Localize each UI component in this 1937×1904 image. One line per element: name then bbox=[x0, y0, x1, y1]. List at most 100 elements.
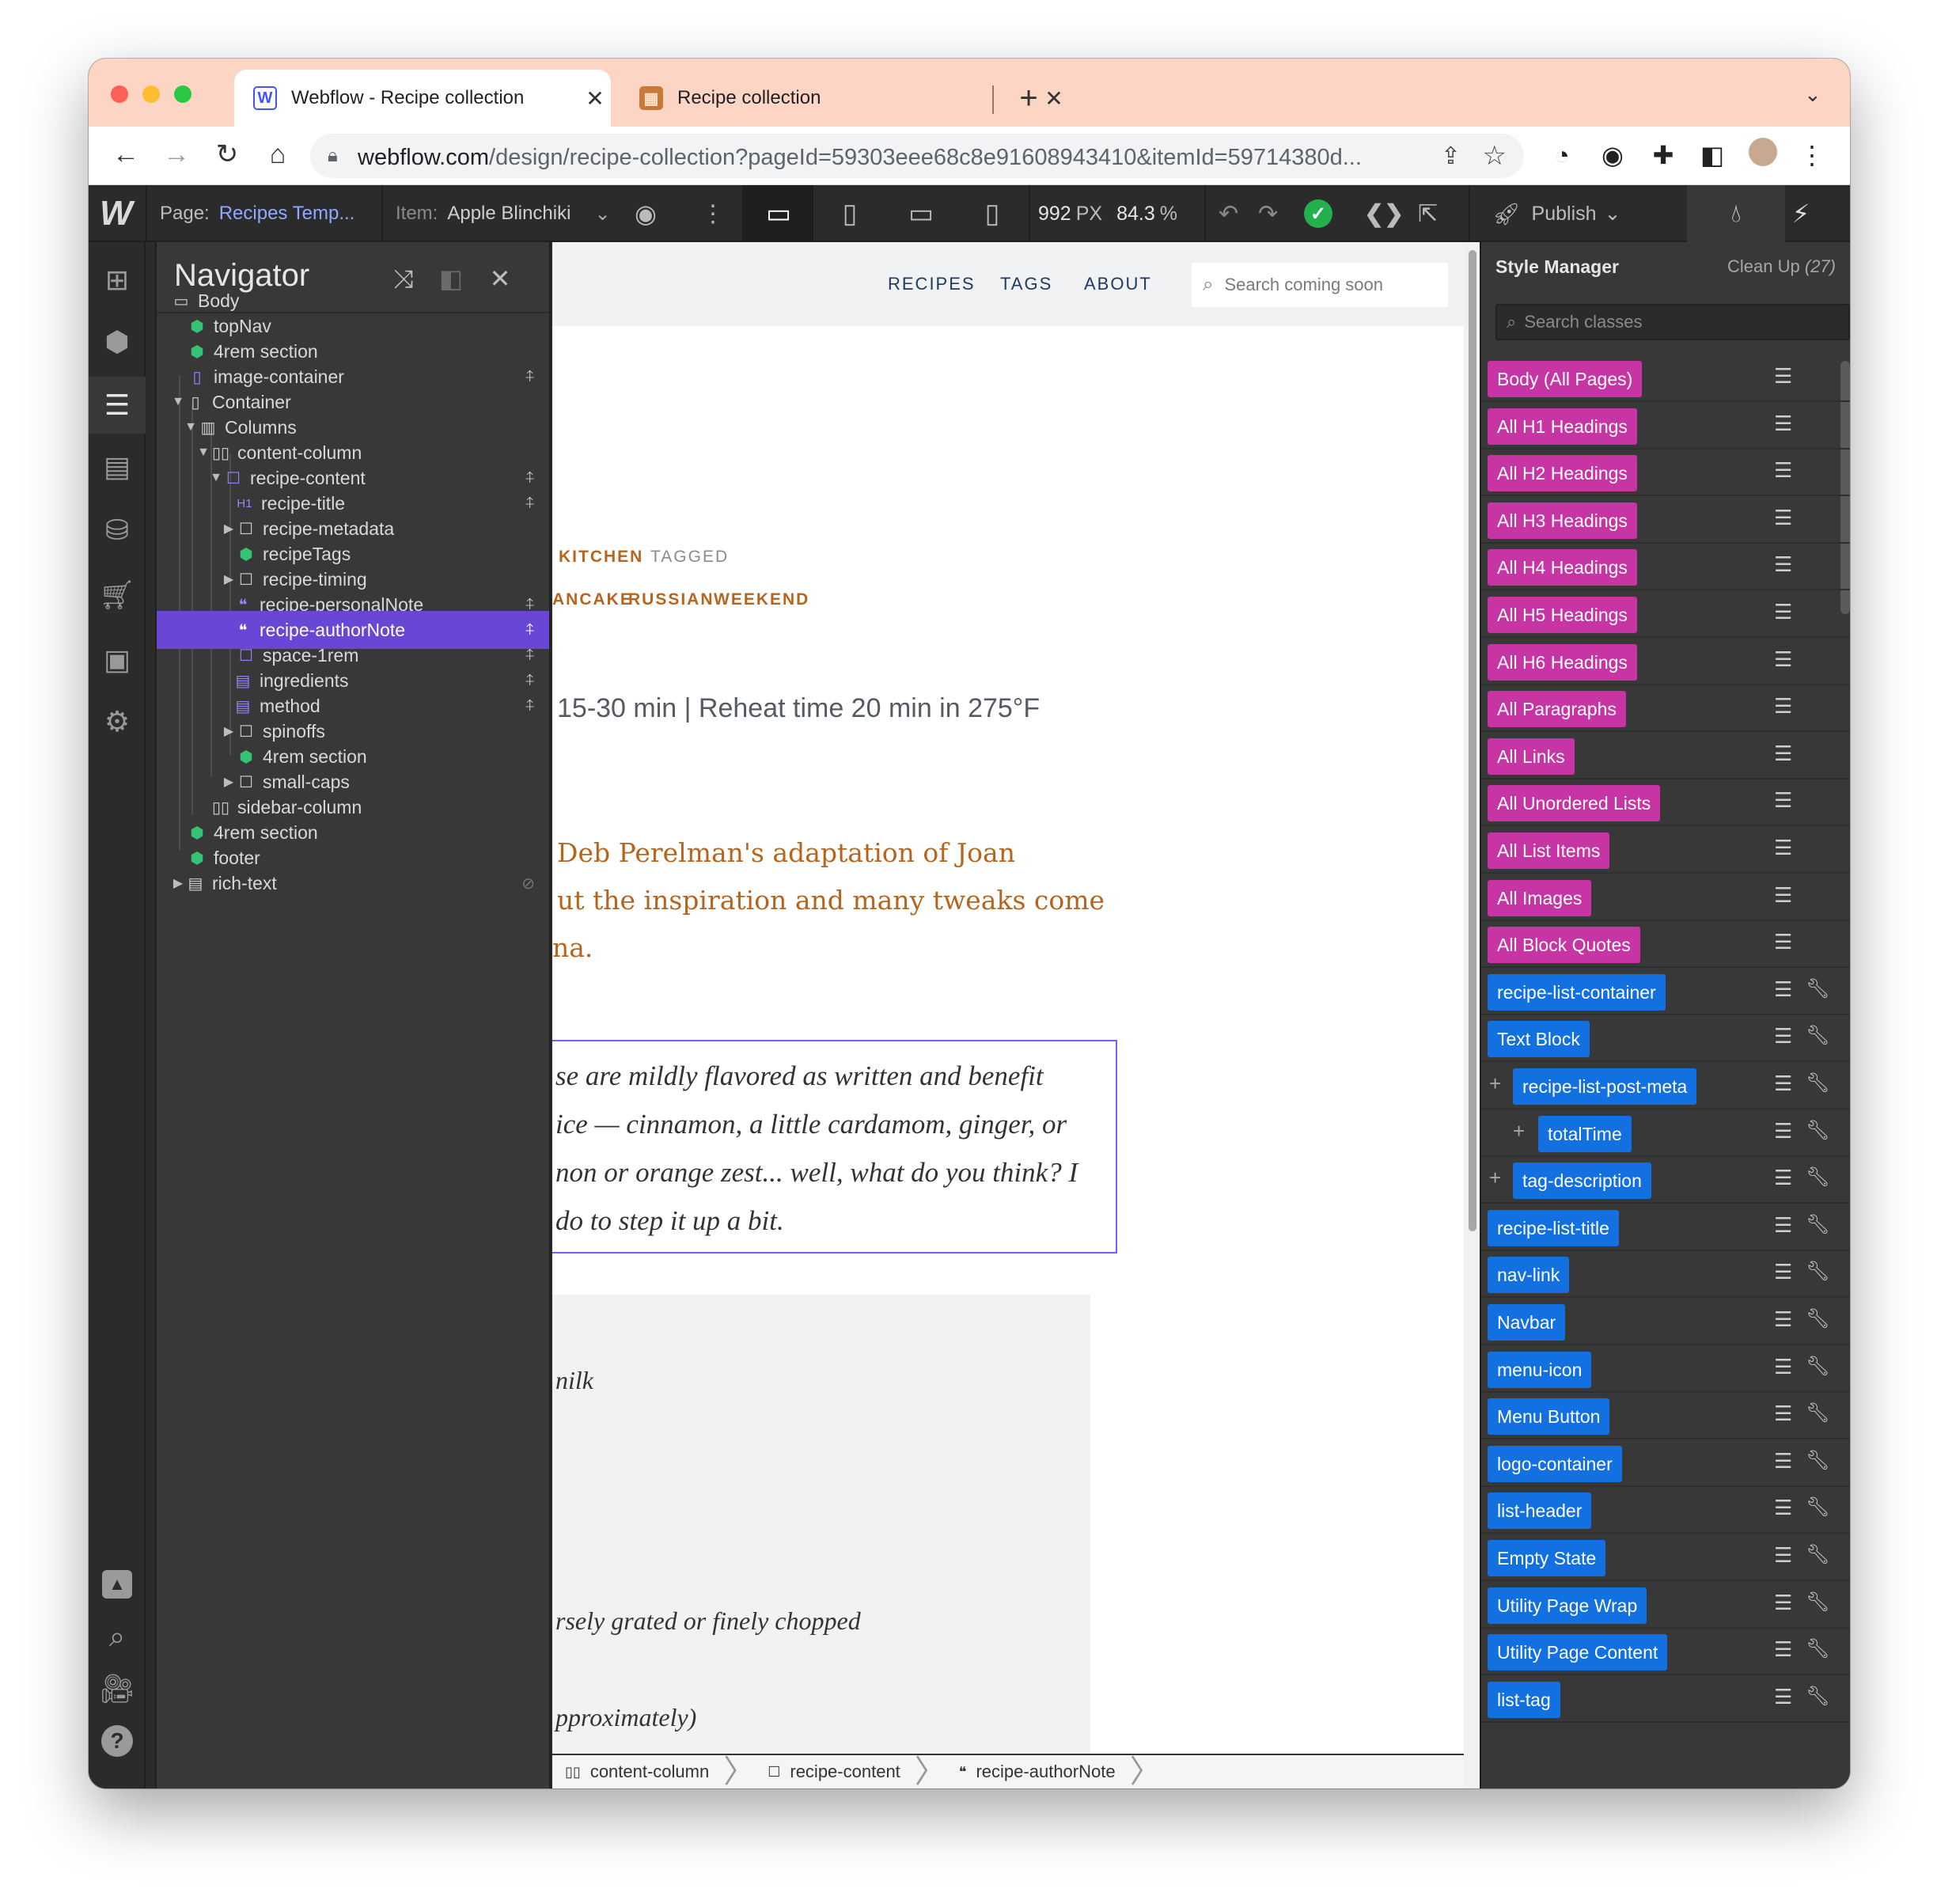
class-pill[interactable]: Navbar bbox=[1488, 1304, 1566, 1341]
tab-search-chevron-icon[interactable]: ⌄ bbox=[1804, 82, 1821, 107]
class-pill[interactable]: totalTime bbox=[1538, 1115, 1632, 1152]
nav-link-tags[interactable]: TAGS bbox=[1000, 274, 1052, 294]
class-usage-list-icon[interactable]: ☰ bbox=[1774, 1260, 1792, 1284]
edit-wrench-icon[interactable]: 🔧︎ bbox=[1806, 1685, 1829, 1708]
class-pill[interactable]: All Images bbox=[1488, 879, 1592, 916]
class-usage-list-icon[interactable]: ☰ bbox=[1774, 1543, 1792, 1568]
caret-right-icon[interactable]: ▶ bbox=[222, 774, 236, 790]
search-icon[interactable]: ⌕ bbox=[89, 1608, 146, 1665]
redo-icon[interactable]: ↷ bbox=[1258, 185, 1278, 242]
edit-wrench-icon[interactable]: 🔧︎ bbox=[1806, 977, 1829, 1000]
hidden-eye-icon[interactable]: ⊘ bbox=[521, 874, 535, 893]
class-usage-list-icon[interactable]: ☰ bbox=[1774, 1213, 1792, 1238]
forward-icon[interactable]: → bbox=[157, 135, 196, 174]
sidebar-toggle-icon[interactable]: ◧ bbox=[1695, 138, 1730, 173]
class-usage-list-icon[interactable]: ☰ bbox=[1774, 930, 1792, 954]
nav-link-about[interactable]: ABOUT bbox=[1084, 274, 1152, 294]
breadcrumb-recipe-authornote[interactable]: ❝ recipe-authorNote bbox=[946, 1754, 1130, 1788]
class-pill[interactable]: All Block Quotes bbox=[1488, 927, 1640, 964]
caret-down-icon[interactable]: ▼ bbox=[196, 446, 210, 460]
class-usage-list-icon[interactable]: ☰ bbox=[1774, 1119, 1792, 1144]
portrait-breakpoint-icon[interactable]: ▯ bbox=[957, 185, 1027, 242]
class-pill[interactable]: Utility Page Content bbox=[1488, 1634, 1668, 1671]
class-pill[interactable]: Text Block bbox=[1488, 1021, 1590, 1058]
class-usage-list-icon[interactable]: ☰ bbox=[1774, 1496, 1792, 1520]
class-usage-list-icon[interactable]: ☰ bbox=[1774, 412, 1792, 436]
class-pill[interactable]: logo-container bbox=[1488, 1445, 1622, 1482]
close-tab-icon[interactable]: ✕ bbox=[579, 85, 611, 112]
class-pill[interactable]: recipe-list-title bbox=[1488, 1209, 1619, 1246]
navigator-icon[interactable]: ☰ bbox=[89, 377, 146, 434]
edit-wrench-icon[interactable]: 🔧︎ bbox=[1806, 1591, 1829, 1614]
maximize-window-button[interactable] bbox=[174, 85, 191, 103]
class-usage-list-icon[interactable]: ☰ bbox=[1774, 506, 1792, 530]
landscape-breakpoint-icon[interactable]: ▭ bbox=[886, 185, 956, 242]
browser-menu-icon[interactable]: ⋮ bbox=[1795, 138, 1829, 173]
class-pill[interactable]: All Unordered Lists bbox=[1488, 785, 1661, 822]
class-usage-list-icon[interactable]: ☰ bbox=[1774, 364, 1792, 389]
class-usage-list-icon[interactable]: ☰ bbox=[1774, 1591, 1792, 1615]
class-pill[interactable]: Menu Button bbox=[1488, 1398, 1610, 1436]
class-pill[interactable]: tag-description bbox=[1513, 1163, 1651, 1200]
search-classes-input[interactable]: ⌕ Search classes bbox=[1495, 304, 1850, 340]
class-pill[interactable]: list-header bbox=[1488, 1492, 1592, 1530]
item-selector[interactable]: Item: Apple Blinchiki ⌄ bbox=[396, 185, 611, 242]
new-tab-icon[interactable]: + bbox=[1006, 76, 1051, 120]
profile-avatar[interactable] bbox=[1746, 138, 1780, 173]
minimize-window-button[interactable] bbox=[142, 85, 160, 103]
class-usage-list-icon[interactable]: ☰ bbox=[1774, 647, 1792, 672]
class-pill[interactable]: list-tag bbox=[1488, 1681, 1560, 1718]
assets-images-icon[interactable]: ▣ bbox=[89, 632, 146, 688]
class-usage-list-icon[interactable]: ☰ bbox=[1774, 788, 1792, 813]
symbols-cube-icon[interactable]: ⬢ bbox=[89, 313, 146, 370]
caret-down-icon[interactable]: ▼ bbox=[171, 395, 185, 409]
settings-gear-icon[interactable]: ⚙ bbox=[89, 693, 146, 750]
expand-plus-icon[interactable]: + bbox=[1513, 1119, 1525, 1144]
class-usage-list-icon[interactable]: ☰ bbox=[1774, 552, 1792, 577]
breadcrumb-recipe-content[interactable]: ☐ recipe-content bbox=[755, 1754, 915, 1788]
tab-recipe-collection[interactable]: ▦ Recipe collection ✕ bbox=[620, 70, 1070, 127]
audit-warning-icon[interactable]: ▲ bbox=[89, 1556, 146, 1613]
class-pill[interactable]: All H6 Headings bbox=[1488, 643, 1637, 681]
site-search-input[interactable]: ⌕ Search coming soon bbox=[1192, 263, 1448, 307]
edit-wrench-icon[interactable]: 🔧︎ bbox=[1806, 1401, 1829, 1424]
class-usage-list-icon[interactable]: ☰ bbox=[1774, 458, 1792, 483]
cms-database-icon[interactable]: ⛁ bbox=[89, 502, 146, 559]
interactions-bolt-icon[interactable]: ⚡︎ bbox=[1752, 185, 1850, 242]
edit-wrench-icon[interactable]: 🔧︎ bbox=[1806, 1449, 1829, 1472]
class-usage-list-icon[interactable]: ☰ bbox=[1774, 1449, 1792, 1474]
edit-wrench-icon[interactable]: 🔧︎ bbox=[1806, 1307, 1829, 1330]
class-pill[interactable]: All H4 Headings bbox=[1488, 549, 1637, 586]
tag-link[interactable]: RUSSIAN bbox=[628, 590, 715, 609]
edit-wrench-icon[interactable]: 🔧︎ bbox=[1806, 1543, 1829, 1566]
extension-accessibility-icon[interactable]: ◔ bbox=[1545, 138, 1579, 173]
caret-down-icon[interactable]: ▼ bbox=[209, 471, 223, 485]
tag-link[interactable]: ANCAKE bbox=[552, 590, 633, 609]
close-window-button[interactable] bbox=[111, 85, 128, 103]
class-pill[interactable]: recipe-list-post-meta bbox=[1513, 1068, 1697, 1105]
class-usage-list-icon[interactable]: ☰ bbox=[1774, 977, 1792, 1002]
expand-plus-icon[interactable]: + bbox=[1489, 1166, 1501, 1190]
class-usage-list-icon[interactable]: ☰ bbox=[1774, 836, 1792, 860]
extensions-puzzle-icon[interactable]: ✚ bbox=[1646, 138, 1681, 173]
design-canvas[interactable]: RECIPES TAGS ABOUT ⌕ Search coming soon … bbox=[552, 242, 1480, 1788]
class-pill[interactable]: Empty State bbox=[1488, 1540, 1606, 1576]
home-icon[interactable]: ⌂ bbox=[258, 135, 298, 174]
nav-link-recipes[interactable]: RECIPES bbox=[888, 274, 976, 294]
clean-up-button[interactable]: Clean Up (27) bbox=[1727, 256, 1836, 277]
help-icon[interactable]: ? bbox=[89, 1712, 146, 1769]
class-pill[interactable]: All List Items bbox=[1488, 833, 1610, 869]
edit-wrench-icon[interactable]: 🔧︎ bbox=[1806, 1213, 1829, 1236]
pages-icon[interactable]: ▤ bbox=[89, 438, 146, 495]
class-usage-list-icon[interactable]: ☰ bbox=[1774, 600, 1792, 624]
url-field[interactable]: 🔒︎ webflow.com/design/recipe-collection?… bbox=[310, 134, 1524, 178]
bookmark-star-icon[interactable]: ☆ bbox=[1483, 140, 1507, 172]
class-pill[interactable]: menu-icon bbox=[1488, 1351, 1592, 1388]
add-panel-icon[interactable]: ⊞ bbox=[89, 252, 146, 309]
tag-link[interactable]: WEEKEND bbox=[714, 590, 809, 609]
class-pill[interactable]: Utility Page Wrap bbox=[1488, 1587, 1647, 1624]
class-pill[interactable]: All H5 Headings bbox=[1488, 597, 1637, 633]
class-usage-list-icon[interactable]: ☰ bbox=[1774, 1166, 1792, 1190]
class-pill[interactable]: recipe-list-container bbox=[1488, 973, 1666, 1011]
class-usage-list-icon[interactable]: ☰ bbox=[1774, 1685, 1792, 1709]
